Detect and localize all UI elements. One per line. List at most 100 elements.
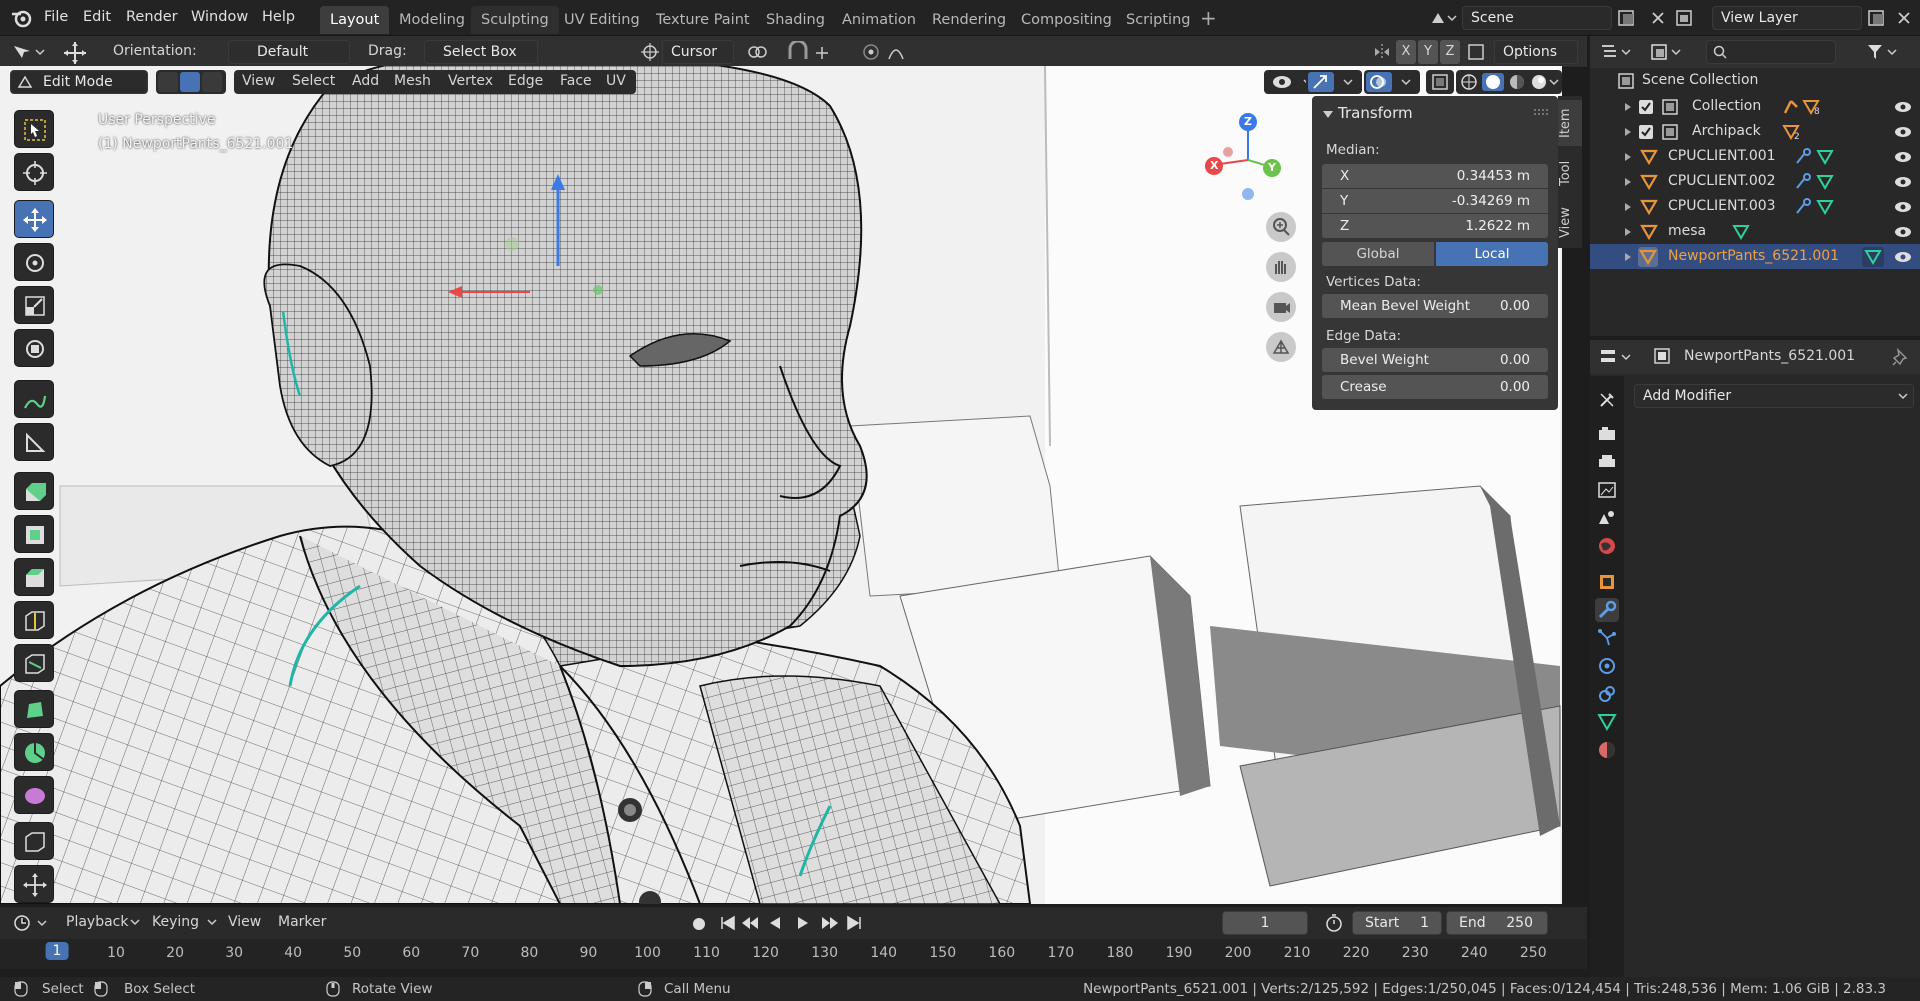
transform-tool[interactable]	[14, 329, 54, 367]
options-dropdown[interactable]: Options	[1494, 40, 1578, 64]
tab-rendering[interactable]: Rendering	[922, 6, 1016, 34]
visibility-eye-icon[interactable]	[1894, 250, 1912, 264]
visibility-eye-icon[interactable]	[1894, 100, 1912, 114]
mirror-z-toggle[interactable]: Z	[1440, 40, 1460, 64]
face-select-icon[interactable]	[202, 72, 222, 92]
falloff-icon[interactable]	[886, 41, 924, 63]
tab-uv-editing[interactable]: UV Editing	[554, 6, 650, 34]
add-modifier-dropdown[interactable]: Add Modifier	[1634, 384, 1914, 408]
shear-tool[interactable]	[14, 822, 54, 860]
median-z-field[interactable]: Z 1.2622 m	[1322, 214, 1548, 238]
menu-face[interactable]: Face	[560, 73, 592, 89]
remove-scene-icon[interactable]	[1648, 8, 1670, 28]
rotate-tool[interactable]	[14, 243, 54, 281]
material-props-tab[interactable]	[1595, 738, 1619, 762]
expand-arrow-icon[interactable]	[1624, 178, 1632, 186]
cursor-tool[interactable]	[14, 153, 54, 191]
object-props-tab[interactable]	[1595, 570, 1619, 594]
expand-arrow-icon[interactable]	[1624, 153, 1632, 161]
menu-uv[interactable]: UV	[606, 73, 626, 89]
spin-tool[interactable]	[14, 733, 54, 771]
menu-help[interactable]: Help	[262, 9, 295, 25]
tool-select-icon[interactable]	[10, 42, 48, 62]
outliner-item-cpuclient-002[interactable]: CPUCLIENT.002	[1590, 169, 1920, 194]
snap-icon[interactable]	[786, 41, 812, 63]
menu-add[interactable]: Add	[352, 73, 379, 89]
outliner-search-input[interactable]	[1706, 40, 1836, 64]
outliner-item-mesa[interactable]: mesa	[1590, 219, 1920, 244]
global-toggle[interactable]: Global	[1322, 242, 1434, 266]
rendered-shading-icon[interactable]	[1530, 73, 1548, 91]
crease-field[interactable]: Crease 0.00	[1322, 375, 1548, 399]
current-frame-field[interactable]: 1	[1222, 911, 1308, 935]
outliner-item-cpuclient-003[interactable]: CPUCLIENT.003	[1590, 194, 1920, 219]
tool-props-tab[interactable]	[1595, 388, 1619, 412]
filter-icon[interactable]	[1866, 43, 1900, 61]
measure-tool[interactable]	[14, 423, 54, 461]
loop-cut-tool[interactable]	[14, 601, 54, 639]
mirror-x-toggle[interactable]: X	[1396, 40, 1416, 64]
start-frame-field[interactable]: Start 1	[1352, 911, 1442, 935]
menu-vertex[interactable]: Vertex	[448, 73, 493, 89]
timeline-editor-icon[interactable]	[12, 913, 50, 933]
scale-tool[interactable]	[14, 286, 54, 324]
stopwatch-icon[interactable]	[1324, 913, 1344, 933]
new-view-layer-icon[interactable]	[1866, 8, 1888, 28]
edge-select-icon[interactable]	[180, 72, 200, 92]
modifier-props-tab[interactable]	[1595, 598, 1619, 622]
menu-window[interactable]: Window	[191, 9, 248, 25]
add-workspace-icon[interactable]: +	[1200, 6, 1217, 30]
checkbox-icon[interactable]	[1638, 99, 1654, 115]
record-icon[interactable]	[690, 915, 708, 933]
tab-compositing[interactable]: Compositing	[1011, 6, 1122, 34]
proportional-edit-icon[interactable]	[860, 41, 882, 63]
menu-edit[interactable]: Edit	[83, 9, 111, 25]
data-props-tab[interactable]	[1595, 710, 1619, 734]
menu-view[interactable]: View	[242, 73, 275, 89]
knife-tool[interactable]	[14, 644, 54, 682]
tab-sculpting[interactable]: Sculpting	[471, 6, 559, 34]
tab-view[interactable]: View	[1558, 200, 1582, 246]
shrink-fatten-tool[interactable]	[14, 865, 54, 903]
blender-logo-icon[interactable]	[10, 8, 32, 28]
median-y-field[interactable]: Y -0.34269 m	[1322, 189, 1548, 213]
outliner-item-archipack[interactable]: Archipack 2	[1590, 119, 1920, 144]
render-props-tab[interactable]	[1595, 422, 1619, 446]
tab-texture-paint[interactable]: Texture Paint	[646, 6, 760, 34]
particles-props-tab[interactable]	[1595, 626, 1619, 650]
playback-menu[interactable]: Playback	[66, 914, 128, 930]
gizmo-toggle[interactable]	[1306, 70, 1362, 94]
tab-tool[interactable]: Tool	[1558, 150, 1582, 196]
output-props-tab[interactable]	[1595, 450, 1619, 474]
timeline-ruler[interactable]: 1 10 20 30 40 50 60 70 80 90 100 110 120 130 140 150 160…	[0, 939, 1587, 969]
local-toggle[interactable]: Local	[1436, 242, 1548, 266]
orientation-dropdown[interactable]: Default	[228, 40, 350, 64]
view-layer-field[interactable]: View Layer	[1712, 6, 1862, 30]
visibility-eye-icon[interactable]	[1894, 200, 1912, 214]
visibility-eye-icon[interactable]	[1894, 175, 1912, 189]
timeline-scroll[interactable]	[0, 969, 1587, 977]
drag-handle-icon[interactable]	[1534, 108, 1550, 118]
tab-scripting[interactable]: Scripting	[1116, 6, 1200, 34]
extrude-tool[interactable]	[14, 472, 54, 510]
menu-select[interactable]: Select	[292, 73, 335, 89]
mean-bevel-weight-field[interactable]: Mean Bevel Weight 0.00	[1322, 294, 1548, 318]
menu-render[interactable]: Render	[126, 9, 178, 25]
properties-editor-icon[interactable]	[1600, 348, 1634, 366]
remove-view-layer-icon[interactable]	[1894, 8, 1916, 28]
bevel-weight-field[interactable]: Bevel Weight 0.00	[1322, 348, 1548, 372]
smooth-tool[interactable]	[14, 776, 54, 814]
end-frame-field[interactable]: End 250	[1446, 911, 1548, 935]
new-scene-icon[interactable]	[1616, 8, 1638, 28]
camera-view-icon[interactable]	[1266, 292, 1296, 322]
visibility-eye-icon[interactable]	[1894, 225, 1912, 239]
constraints-props-tab[interactable]	[1595, 682, 1619, 706]
tab-modeling[interactable]: Modeling	[389, 6, 475, 34]
collapse-panel-icon[interactable]	[1322, 108, 1334, 120]
tab-layout[interactable]: Layout	[320, 6, 390, 34]
world-props-tab[interactable]	[1595, 534, 1619, 558]
mode-dropdown[interactable]: Edit Mode	[10, 70, 148, 94]
tab-shading[interactable]: Shading	[756, 6, 835, 34]
menu-file[interactable]: File	[44, 9, 68, 25]
outliner-editor-icon[interactable]	[1600, 43, 1634, 61]
